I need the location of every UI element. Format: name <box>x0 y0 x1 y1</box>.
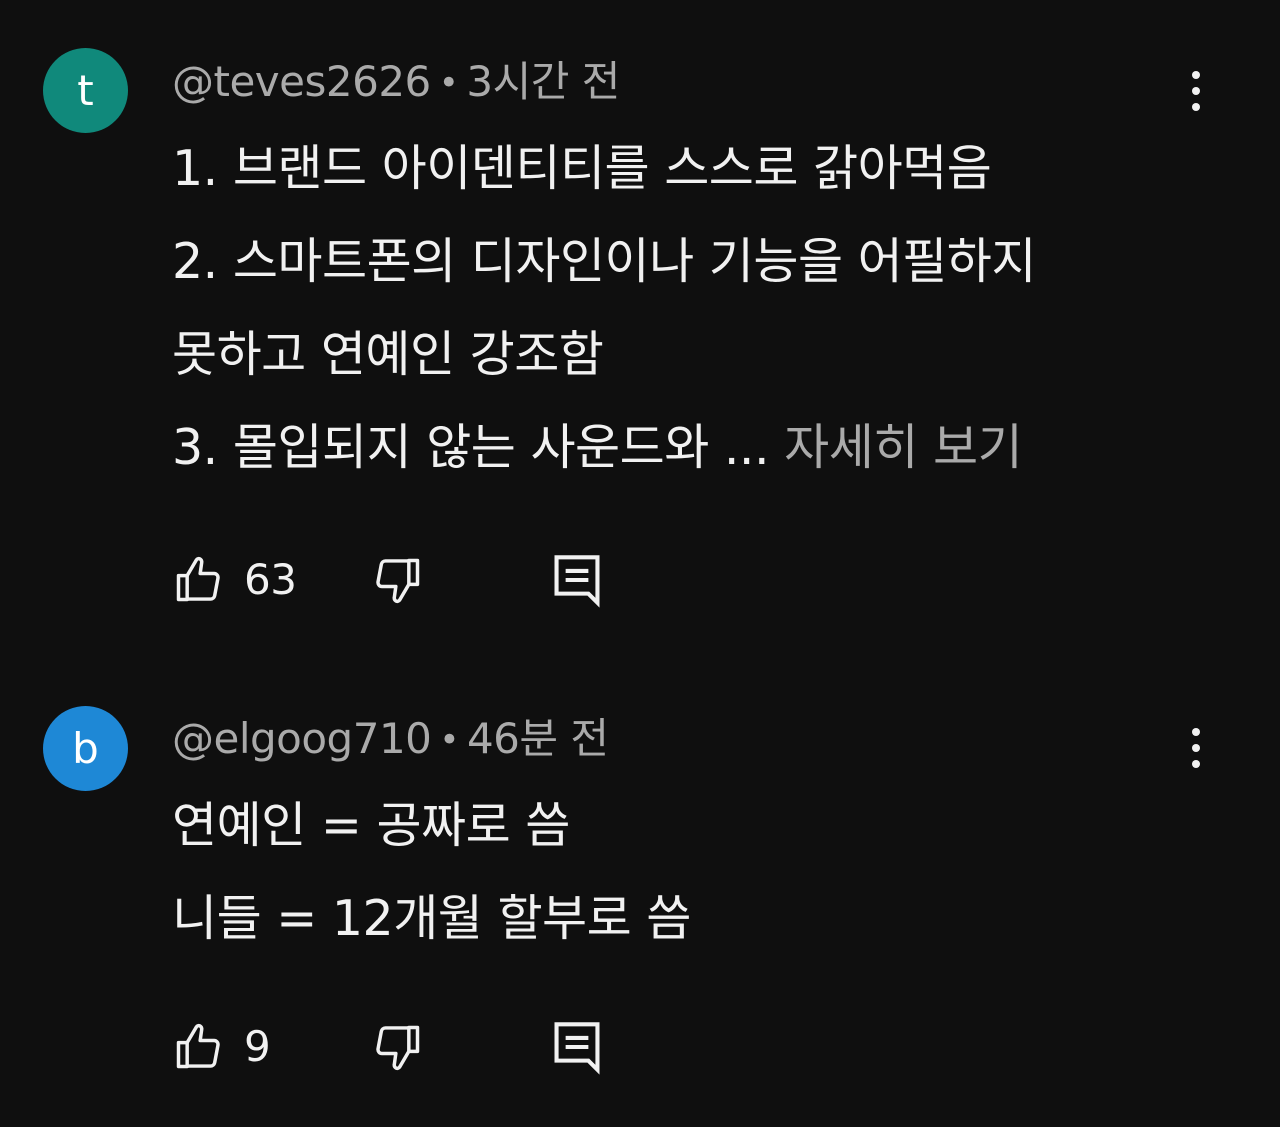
thumbs-up-icon <box>176 556 220 602</box>
username[interactable]: @teves2626 <box>172 57 431 106</box>
separator: • <box>439 720 459 760</box>
more-vert-icon-dot <box>1192 71 1200 79</box>
timestamp[interactable]: 3시간 전 <box>466 57 620 106</box>
dislike-button[interactable] <box>372 1017 424 1077</box>
comment-body: 연예인 = 공짜로 씀 니들 = 12개월 할부로 씀 <box>172 779 1182 965</box>
comment-line: 니들 = 12개월 할부로 씀 <box>172 890 691 947</box>
comment-line-last: 3. 몰입되지 않는 사운드와 ... 자세히 보기 <box>172 401 1182 494</box>
thumbs-up-icon <box>176 1023 220 1069</box>
separator: • <box>438 63 459 103</box>
comment-line: 연예인 = 공짜로 씀 <box>172 797 570 854</box>
thumbs-down-icon <box>376 558 420 604</box>
comment-meta: @elgoog710 • 46분 전 <box>172 714 609 765</box>
more-options-button[interactable] <box>1176 61 1216 121</box>
comment-meta: @teves2626 • 3시간 전 <box>172 57 620 108</box>
more-vert-icon-dot <box>1192 87 1200 95</box>
more-options-button[interactable] <box>1176 718 1216 778</box>
thumbs-down-icon <box>376 1025 420 1071</box>
timestamp[interactable]: 46분 전 <box>467 714 609 763</box>
comment-line: 못하고 연예인 강조함 <box>172 326 604 383</box>
reply-button[interactable] <box>552 550 602 610</box>
comment-item: t @teves2626 • 3시간 전 1. 브랜드 아이덴티티를 스스로 갉아먹… <box>0 0 1280 640</box>
reply-icon <box>554 1022 600 1075</box>
like-button[interactable]: 63 <box>172 550 297 610</box>
more-vert-icon-dot <box>1192 760 1200 768</box>
comment-actions: 9 <box>172 1017 672 1077</box>
avatar[interactable]: t <box>43 48 128 133</box>
comment-body: 1. 브랜드 아이덴티티를 스스로 갉아먹음 2. 스마트폰의 디자인이나 기능… <box>172 122 1182 494</box>
like-button[interactable]: 9 <box>172 1017 271 1077</box>
avatar-letter: b <box>72 723 99 773</box>
comment-line: 2. 스마트폰의 디자인이나 기능을 어필하지 <box>172 233 1036 290</box>
dislike-button[interactable] <box>372 550 424 610</box>
reply-icon <box>554 555 600 608</box>
avatar-letter: t <box>77 65 94 115</box>
more-vert-icon-dot <box>1192 103 1200 111</box>
like-count: 63 <box>244 555 297 604</box>
reply-button[interactable] <box>552 1017 602 1077</box>
comment-actions: 63 <box>172 550 672 610</box>
comment-line: 1. 브랜드 아이덴티티를 스스로 갉아먹음 <box>172 140 992 197</box>
read-more-link[interactable]: 자세히 보기 <box>784 419 1022 476</box>
like-count: 9 <box>244 1022 271 1071</box>
more-vert-icon-dot <box>1192 744 1200 752</box>
avatar[interactable]: b <box>43 706 128 791</box>
comment-line-text: 3. 몰입되지 않는 사운드와 ... <box>172 419 770 476</box>
more-vert-icon-dot <box>1192 728 1200 736</box>
username[interactable]: @elgoog710 <box>172 714 432 763</box>
comment-item: b @elgoog710 • 46분 전 연예인 = 공짜로 씀 니들 = 12개월… <box>0 640 1280 1127</box>
